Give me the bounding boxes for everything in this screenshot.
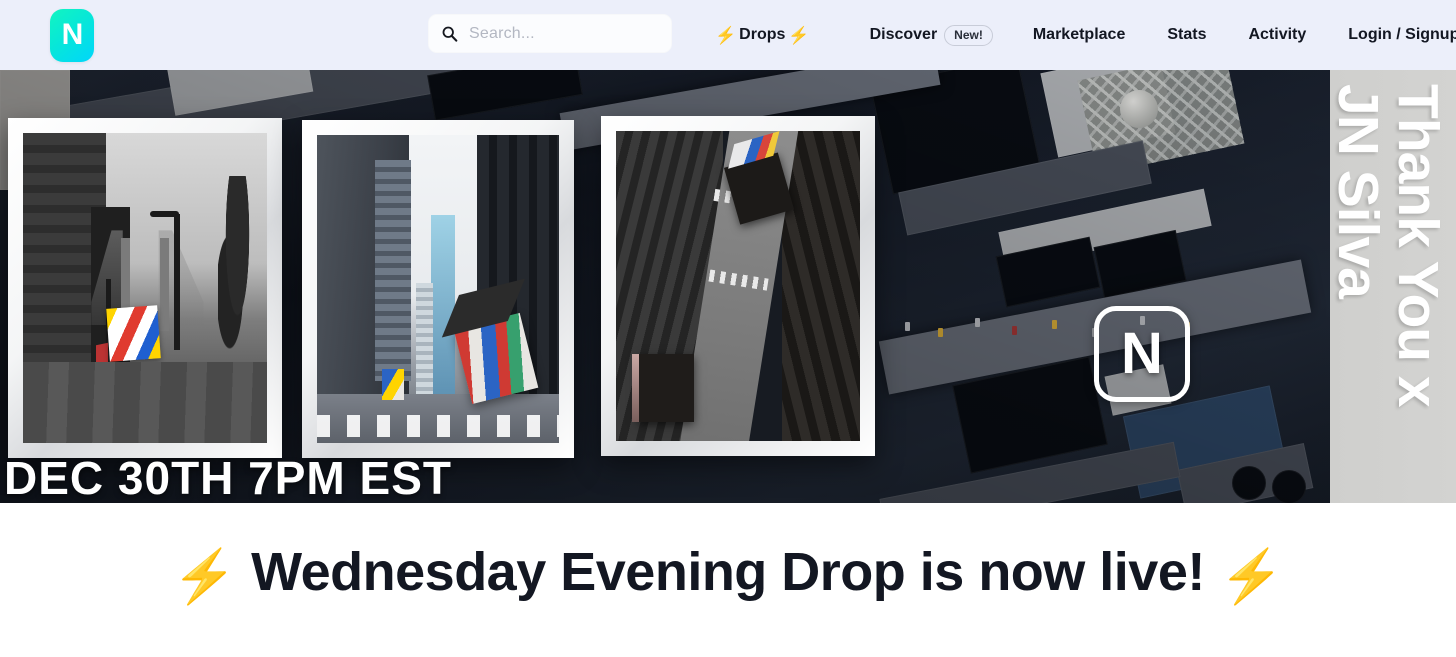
logo-link[interactable]: N [50, 8, 94, 62]
watermark-letter: N [1121, 325, 1163, 383]
main-navigation: ⚡ Drops ⚡ Discover New! Marketplace Stat… [715, 0, 1456, 70]
nav-label-stats: Stats [1167, 26, 1206, 44]
nav-item-drops[interactable]: ⚡ Drops ⚡ [715, 26, 810, 44]
nav-item-activity[interactable]: Activity [1248, 26, 1306, 44]
drop-headline: ⚡ Wednesday Evening Drop is now live! ⚡ [0, 541, 1456, 603]
credit-line-thank-you: Thank You x [1389, 84, 1446, 407]
nav-item-stats[interactable]: Stats [1167, 26, 1206, 44]
search-input-placeholder[interactable]: Search... [469, 25, 535, 43]
nav-label-login-signup: Login / Signup [1348, 26, 1456, 44]
hero-banner[interactable]: N DEC 30TH 7PM EST Thank You x JN Silva [0, 70, 1456, 503]
main-content: ⚡ Wednesday Evening Drop is now live! ⚡ [0, 503, 1456, 657]
nav-label-activity: Activity [1248, 26, 1306, 44]
credit-line-artist-name: JN Silva [1330, 84, 1386, 298]
nav-item-login-signup[interactable]: Login / Signup [1348, 26, 1456, 44]
nav-item-discover[interactable]: Discover New! [870, 25, 993, 46]
nifty-gateway-logo-icon[interactable]: N [50, 9, 94, 62]
nav-label-discover: Discover [870, 26, 938, 44]
site-header: N Search... ⚡ Drops ⚡ Discover New! Mark… [0, 0, 1456, 70]
artwork-frame-2[interactable] [302, 120, 574, 458]
artwork-frame-1[interactable] [8, 118, 282, 458]
headline-text: Wednesday Evening Drop is now live! [251, 542, 1205, 602]
new-badge: New! [944, 25, 993, 46]
nifty-gateway-watermark-badge: N [1094, 306, 1190, 402]
headline-bolt-right-icon: ⚡ [1219, 548, 1283, 606]
nav-item-marketplace[interactable]: Marketplace [1033, 26, 1126, 44]
artist-credit-panel: Thank You x JN Silva [1330, 70, 1456, 503]
drop-date-text: DEC 30TH 7PM EST [4, 455, 452, 501]
search-icon [441, 25, 458, 42]
artwork-image-aerial-downlook-cubes [616, 131, 860, 441]
headline-bolt-left-icon: ⚡ [172, 548, 236, 606]
lightning-bolt-icon-left: ⚡ [715, 27, 736, 44]
artwork-frame-3[interactable] [601, 116, 875, 456]
search-bar[interactable]: Search... [428, 14, 672, 53]
nav-label-marketplace: Marketplace [1033, 26, 1126, 44]
artwork-image-street-canyon-cube [317, 135, 559, 443]
lightning-bolt-icon-right: ⚡ [788, 27, 809, 44]
logo-letter: N [62, 20, 83, 50]
artwork-image-dumbo-bridge-bw [23, 133, 267, 443]
nav-label-drops: Drops [739, 26, 785, 44]
